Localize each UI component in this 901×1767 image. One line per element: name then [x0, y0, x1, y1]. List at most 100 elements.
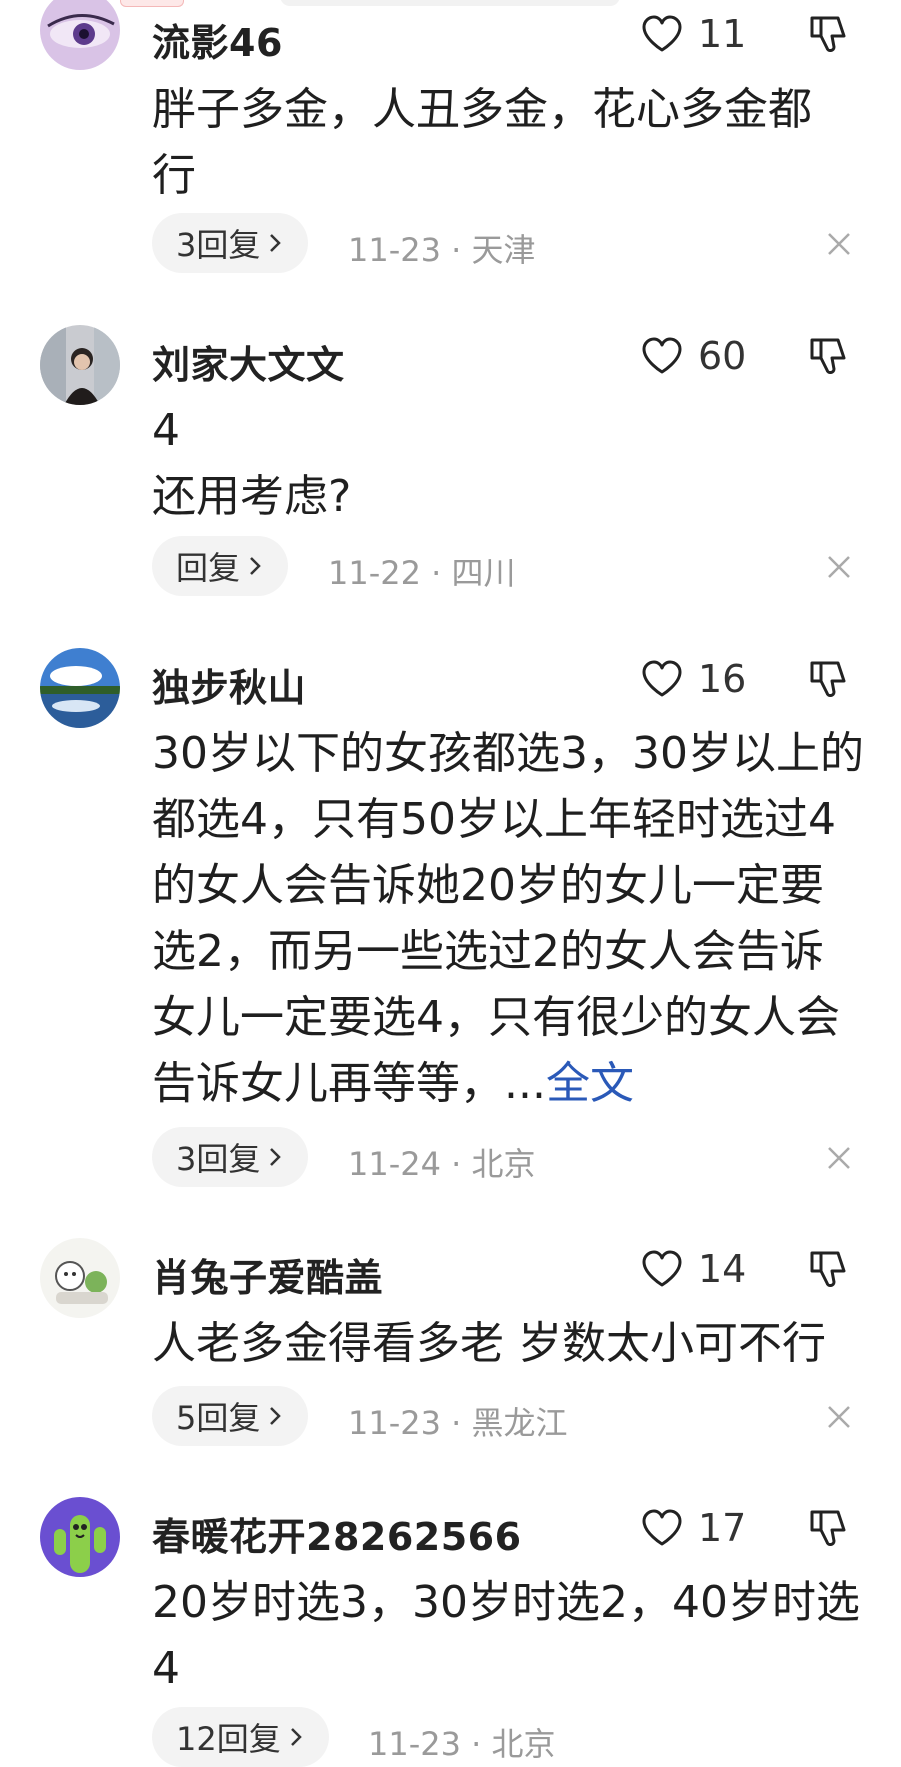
comment-date: 11-23	[368, 1725, 461, 1763]
avatar[interactable]	[40, 648, 120, 728]
like-count: 17	[698, 1506, 747, 1550]
meta-separator: ·	[471, 1725, 482, 1763]
like-button[interactable]: 11	[640, 12, 746, 56]
comment-line: 还用考虑?	[152, 471, 352, 522]
reply-label: 3回复	[176, 226, 261, 264]
like-count: 60	[698, 334, 747, 378]
comment-line: 20岁时选3，30岁时选2，40岁时选	[152, 1577, 860, 1628]
close-button[interactable]	[826, 1404, 852, 1430]
like-count: 16	[698, 657, 747, 701]
reply-button[interactable]: 回复	[152, 536, 289, 596]
comment-line: 4	[152, 1643, 180, 1694]
reply-button[interactable]: 5回复	[152, 1386, 309, 1446]
heart-outline-icon	[642, 15, 682, 52]
chevron-right-icon	[270, 234, 282, 252]
comment-line: 4	[152, 405, 180, 456]
comment-text: 胖子多金，人丑多金，花心多金都 行	[152, 77, 864, 209]
comment-date: 11-23	[348, 231, 441, 269]
comment-meta: 11-23 · 北京	[368, 1719, 556, 1765]
like-count: 11	[698, 12, 747, 56]
username[interactable]: 刘家大文文	[152, 334, 345, 389]
comment-meta: 11-24 · 北京	[348, 1139, 536, 1185]
cropped-input-bar	[280, 0, 620, 6]
full-text-link[interactable]: 全文	[546, 1058, 634, 1109]
meta-separator: ·	[451, 231, 462, 269]
comment-meta: 11-23 · 天津	[348, 225, 536, 271]
comment-line: 胖子多金，人丑多金，花心多金都	[152, 84, 812, 135]
comment-date: 11-22	[328, 554, 421, 592]
close-button[interactable]	[826, 1145, 852, 1171]
heart-outline-icon	[642, 1250, 682, 1287]
username[interactable]: 独步秋山	[152, 657, 306, 712]
close-icon	[828, 556, 850, 578]
comment-meta: 11-23 · 黑龙江	[348, 1398, 568, 1444]
username[interactable]: 春暖花开28262566	[152, 1506, 522, 1561]
dislike-button[interactable]	[808, 659, 850, 699]
comment-line: 人老多金得看多老 岁数太小可不行	[152, 1318, 826, 1369]
chevron-right-icon	[290, 1728, 302, 1746]
comment-line: 女儿一定要选4，只有很少的女人会	[152, 992, 840, 1043]
thumbs-down-icon	[810, 1251, 846, 1287]
chevron-right-icon	[270, 1407, 282, 1425]
chevron-right-icon	[250, 557, 261, 575]
thumbs-down-icon	[810, 16, 846, 52]
close-button[interactable]	[826, 554, 852, 580]
heart-outline-icon	[642, 1509, 682, 1546]
comment-line: 都选4，只有50岁以上年轻时选过4	[152, 794, 836, 845]
comment-location: 北京	[471, 1145, 536, 1183]
username[interactable]: 肖兔子爱酷盖	[152, 1247, 383, 1302]
like-count: 14	[698, 1247, 747, 1291]
comment-date: 11-24	[348, 1145, 441, 1183]
reply-label: 回复	[176, 549, 241, 587]
meta-separator: ·	[451, 1404, 462, 1442]
comment-text: 4 还用考虑?	[152, 398, 864, 530]
reply-button[interactable]: 12回复	[152, 1707, 329, 1767]
heart-outline-icon	[642, 660, 682, 697]
ellipsis: ...	[504, 1058, 546, 1109]
reply-label: 5回复	[176, 1399, 261, 1437]
comment-location: 四川	[451, 554, 516, 592]
reply-label: 12回复	[176, 1720, 281, 1758]
comment-text: 30岁以下的女孩都选3，30岁以上的 都选4，只有50岁以上年轻时选过4 的女人…	[152, 721, 864, 1117]
reply-label: 3回复	[176, 1140, 261, 1178]
thumbs-down-icon	[810, 661, 846, 697]
dislike-button[interactable]	[808, 14, 850, 54]
dislike-button[interactable]	[808, 1508, 850, 1548]
thumbs-down-icon	[810, 1510, 846, 1546]
chevron-right-icon	[270, 1148, 282, 1166]
like-button[interactable]: 60	[640, 334, 746, 378]
comment-location: 黑龙江	[471, 1404, 568, 1442]
comment-line: 告诉女儿再等等，...全文	[152, 1051, 864, 1117]
comment-line-text: 告诉女儿再等等，	[152, 1058, 504, 1109]
comment-line: 行	[152, 150, 196, 201]
like-button[interactable]: 16	[640, 657, 746, 701]
meta-separator: ·	[431, 554, 442, 592]
thumbs-down-icon	[810, 338, 846, 374]
comment-line: 选2，而另一些选过2的女人会告诉	[152, 926, 824, 977]
comment-location: 天津	[471, 231, 536, 269]
dislike-button[interactable]	[808, 336, 850, 376]
close-button[interactable]	[826, 231, 852, 257]
meta-separator: ·	[451, 1145, 462, 1183]
close-icon	[828, 1406, 850, 1428]
close-icon	[828, 1147, 850, 1169]
dislike-button[interactable]	[808, 1249, 850, 1289]
comment-location: 北京	[491, 1725, 556, 1763]
reply-button[interactable]: 3回复	[152, 1127, 309, 1187]
like-button[interactable]: 14	[640, 1247, 746, 1291]
cropped-tag	[120, 0, 184, 7]
comment-meta: 11-22 · 四川	[328, 548, 516, 594]
avatar[interactable]	[40, 325, 120, 405]
avatar[interactable]	[40, 1238, 120, 1318]
like-button[interactable]: 17	[640, 1506, 746, 1550]
close-icon	[828, 233, 850, 255]
avatar[interactable]	[40, 1497, 120, 1577]
comment-line: 的女人会告诉她20岁的女儿一定要	[152, 860, 824, 911]
username[interactable]: 流影46	[152, 12, 283, 67]
comment-date: 11-23	[348, 1404, 441, 1442]
avatar[interactable]	[40, 0, 120, 70]
heart-outline-icon	[642, 337, 682, 374]
comment-text: 人老多金得看多老 岁数太小可不行	[152, 1311, 864, 1377]
reply-button[interactable]: 3回复	[152, 213, 309, 273]
comment-line: 30岁以下的女孩都选3，30岁以上的	[152, 728, 864, 779]
